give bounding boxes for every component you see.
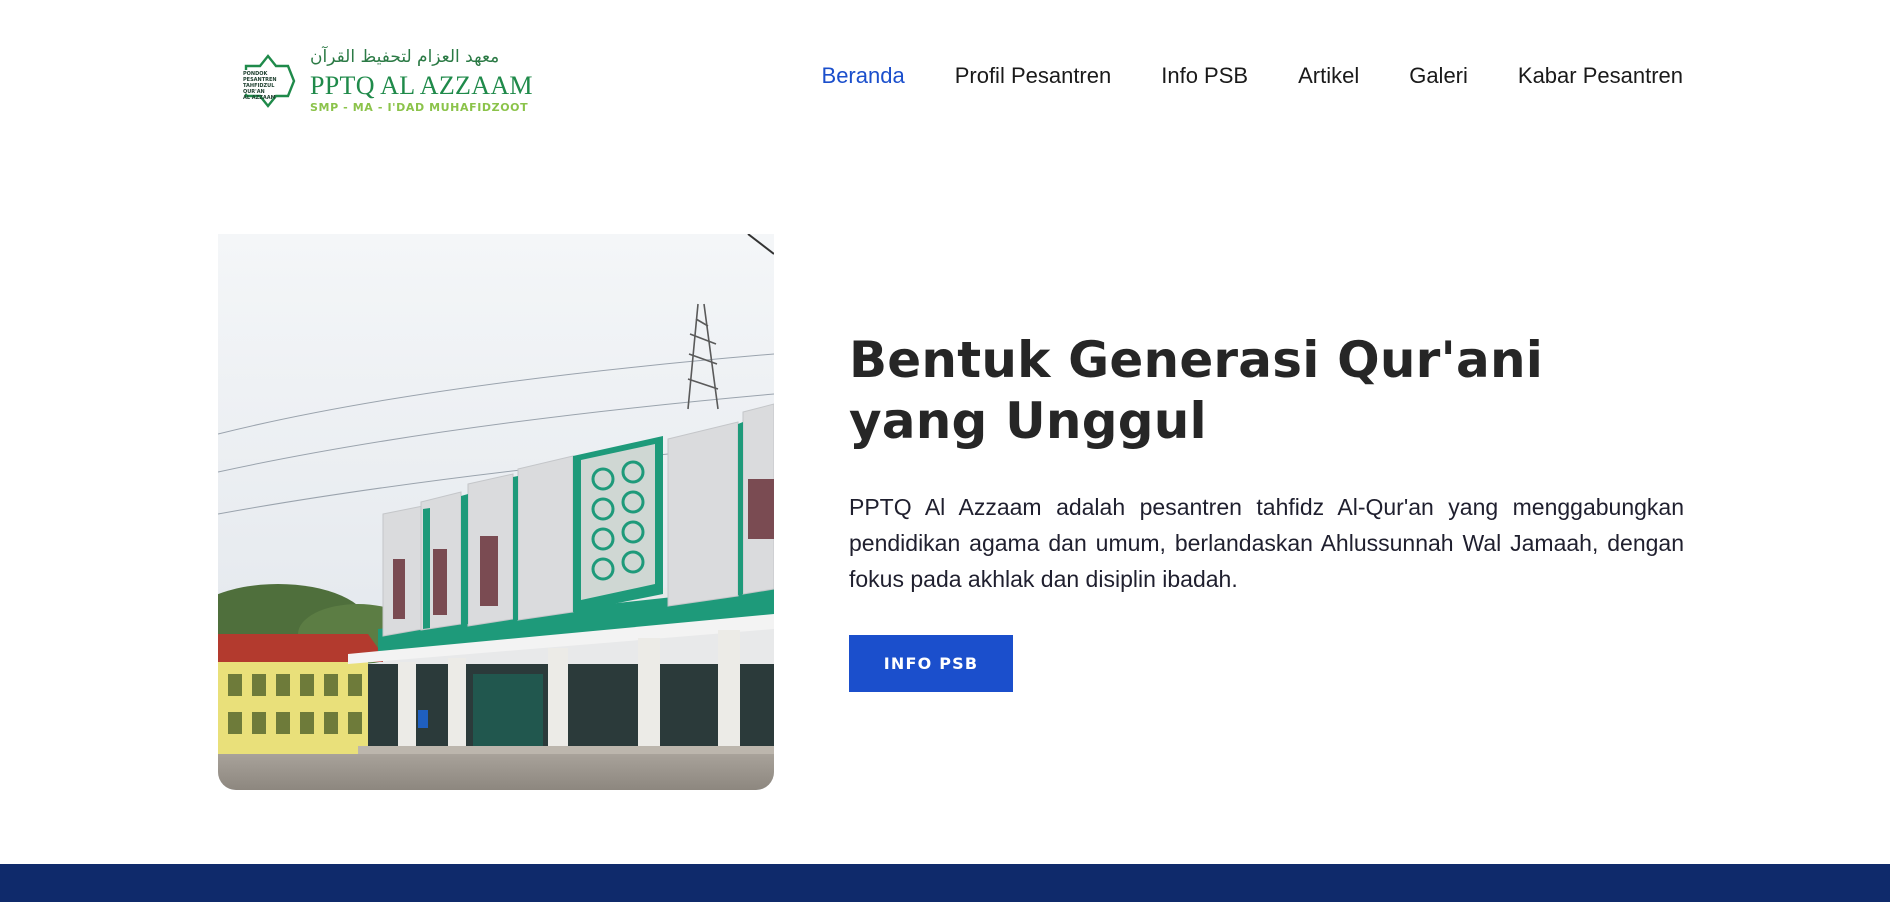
hero-title: Bentuk Generasi Qur'ani yang Unggul [849,331,1544,450]
seal-line: AL AZZAAM [243,95,276,101]
mosque-photo-illustration [218,234,774,790]
nav-item-kabar-pesantren[interactable]: Kabar Pesantren [1518,63,1683,89]
hero-image [218,234,774,790]
logo-text: معهد العزام لتحفيظ القرآن PPTQ AL AZZAAM… [310,47,533,114]
main-nav: Beranda Profil Pesantren Info PSB Artike… [822,58,1683,94]
nav-item-profil-pesantren[interactable]: Profil Pesantren [955,63,1112,89]
footer-band [0,864,1890,902]
pesantren-seal-icon: PONDOK PESANTREN TAHFIDZUL QUR'AN AL AZZ… [242,54,296,108]
site-header: PONDOK PESANTREN TAHFIDZUL QUR'AN AL AZZ… [0,0,1890,155]
hero-description: PPTQ Al Azzaam adalah pesantren tahfidz … [849,494,1684,592]
site-logo[interactable]: PONDOK PESANTREN TAHFIDZUL QUR'AN AL AZZ… [238,48,533,114]
logo-name: PPTQ AL AZZAAM [310,71,533,100]
nav-item-info-psb[interactable]: Info PSB [1161,63,1248,89]
nav-item-beranda[interactable]: Beranda [822,63,905,89]
nav-item-artikel[interactable]: Artikel [1298,63,1359,89]
logo-arabic-calligraphy: معهد العزام لتحفيظ القرآن [310,47,500,67]
logo-subtitle: SMP - MA - I'DAD MUHAFIDZOOT [310,101,529,114]
nav-item-galeri[interactable]: Galeri [1409,63,1468,89]
info-psb-button[interactable]: INFO PSB [849,635,1013,692]
